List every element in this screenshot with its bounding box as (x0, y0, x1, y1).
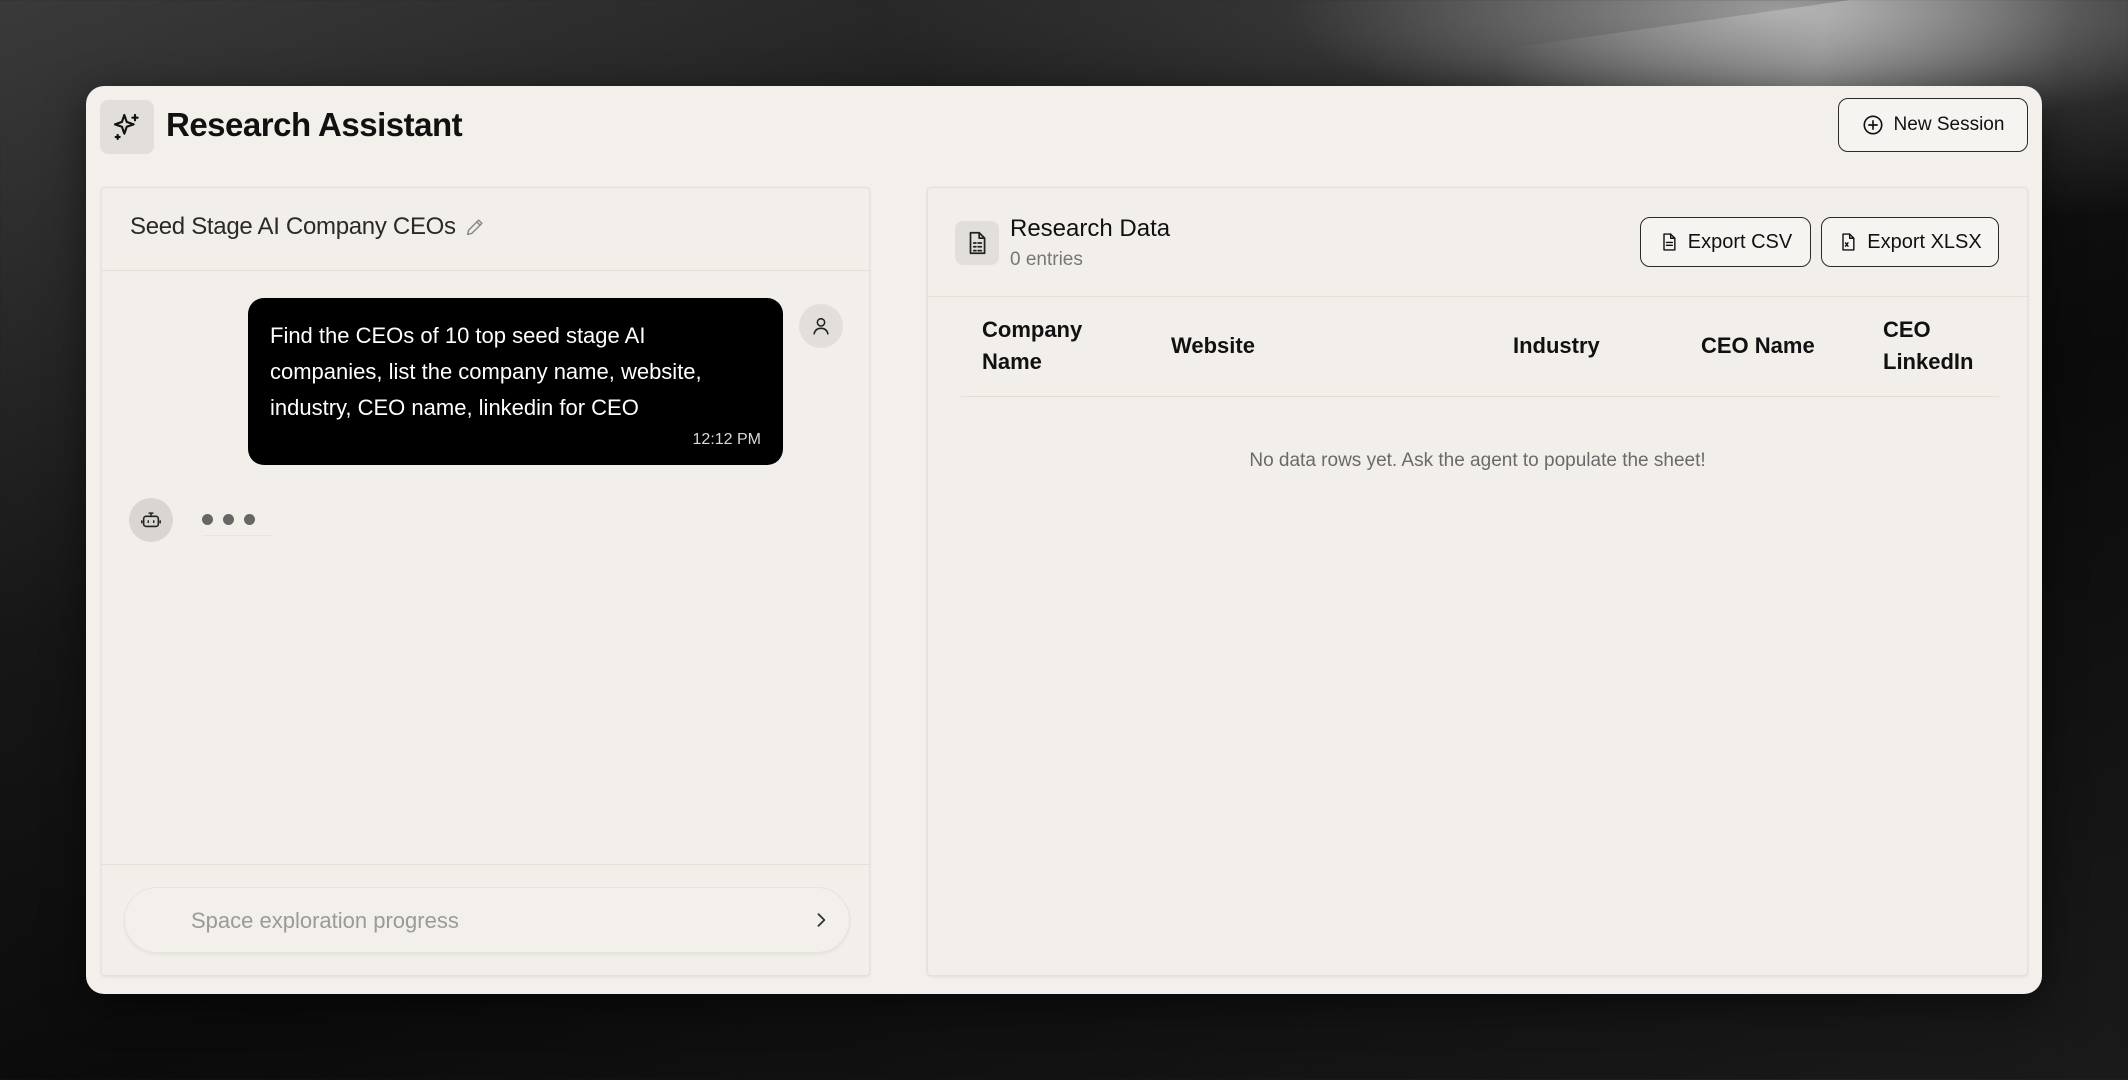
file-spreadsheet-icon (1842, 233, 1855, 251)
export-csv-label: Export CSV (1687, 230, 1793, 253)
plus-circle-icon (1863, 115, 1883, 135)
bot-icon (141, 512, 161, 528)
message-timestamp: 12:12 PM (692, 431, 761, 448)
user-message-bubble: Find the CEOs of 10 top seed stage AI co… (248, 298, 783, 465)
chat-footer (102, 864, 869, 975)
new-session-button[interactable]: New Session (1838, 98, 2028, 152)
chevron-right-icon[interactable] (811, 910, 831, 930)
user-avatar (799, 304, 843, 348)
typing-dot (202, 513, 213, 525)
export-xlsx-label: Export XLSX (1867, 230, 1982, 253)
chat-input[interactable] (189, 888, 753, 954)
app-logo (100, 100, 154, 154)
chat-title: Seed Stage AI Company CEOs (130, 213, 456, 240)
app-title: Research Assistant (166, 106, 463, 143)
sparkles-icon (113, 113, 139, 141)
chat-header: Seed Stage AI Company CEOs (102, 188, 869, 271)
data-table: Company Name Website Industry CEO Name C… (961, 296, 1999, 397)
empty-state-message: No data rows yet. Ask the agent to popul… (1249, 450, 1706, 471)
column-header[interactable]: Company Name (982, 314, 1102, 378)
column-header[interactable]: CEO Name (1701, 330, 1861, 362)
data-header: Research Data 0 entries Export CSV Expor… (928, 188, 2027, 297)
data-panel: Research Data 0 entries Export CSV Expor… (927, 187, 2028, 976)
new-session-label: New Session (1893, 114, 2005, 135)
file-text-icon (1663, 233, 1676, 251)
spreadsheet-file-icon (969, 231, 986, 255)
chat-input-container (124, 887, 850, 954)
entries-count: 0 entries (1010, 249, 1083, 270)
table-header: Company Name Website Industry CEO Name C… (961, 296, 1999, 397)
typing-dot (223, 513, 234, 525)
data-title: Research Data (1010, 215, 1171, 242)
data-icon-box (955, 221, 999, 265)
bot-avatar (129, 498, 173, 542)
app-header: Research Assistant New Session (86, 86, 2042, 166)
column-header[interactable]: CEO LinkedIn (1883, 314, 1993, 378)
column-header[interactable]: Industry (1513, 330, 1673, 362)
chat-panel: Seed Stage AI Company CEOs Find the CEOs… (101, 187, 870, 976)
typing-dot (244, 513, 255, 525)
user-icon (813, 317, 829, 335)
pencil-icon[interactable] (464, 216, 486, 238)
user-message-text: Find the CEOs of 10 top seed stage AI co… (270, 323, 702, 420)
export-csv-button[interactable]: Export CSV (1640, 217, 1811, 267)
app-window: Research Assistant New Session Seed Stag… (86, 86, 2042, 994)
typing-indicator (202, 503, 272, 536)
column-header[interactable]: Website (1171, 330, 1371, 362)
export-xlsx-button[interactable]: Export XLSX (1821, 217, 1999, 267)
